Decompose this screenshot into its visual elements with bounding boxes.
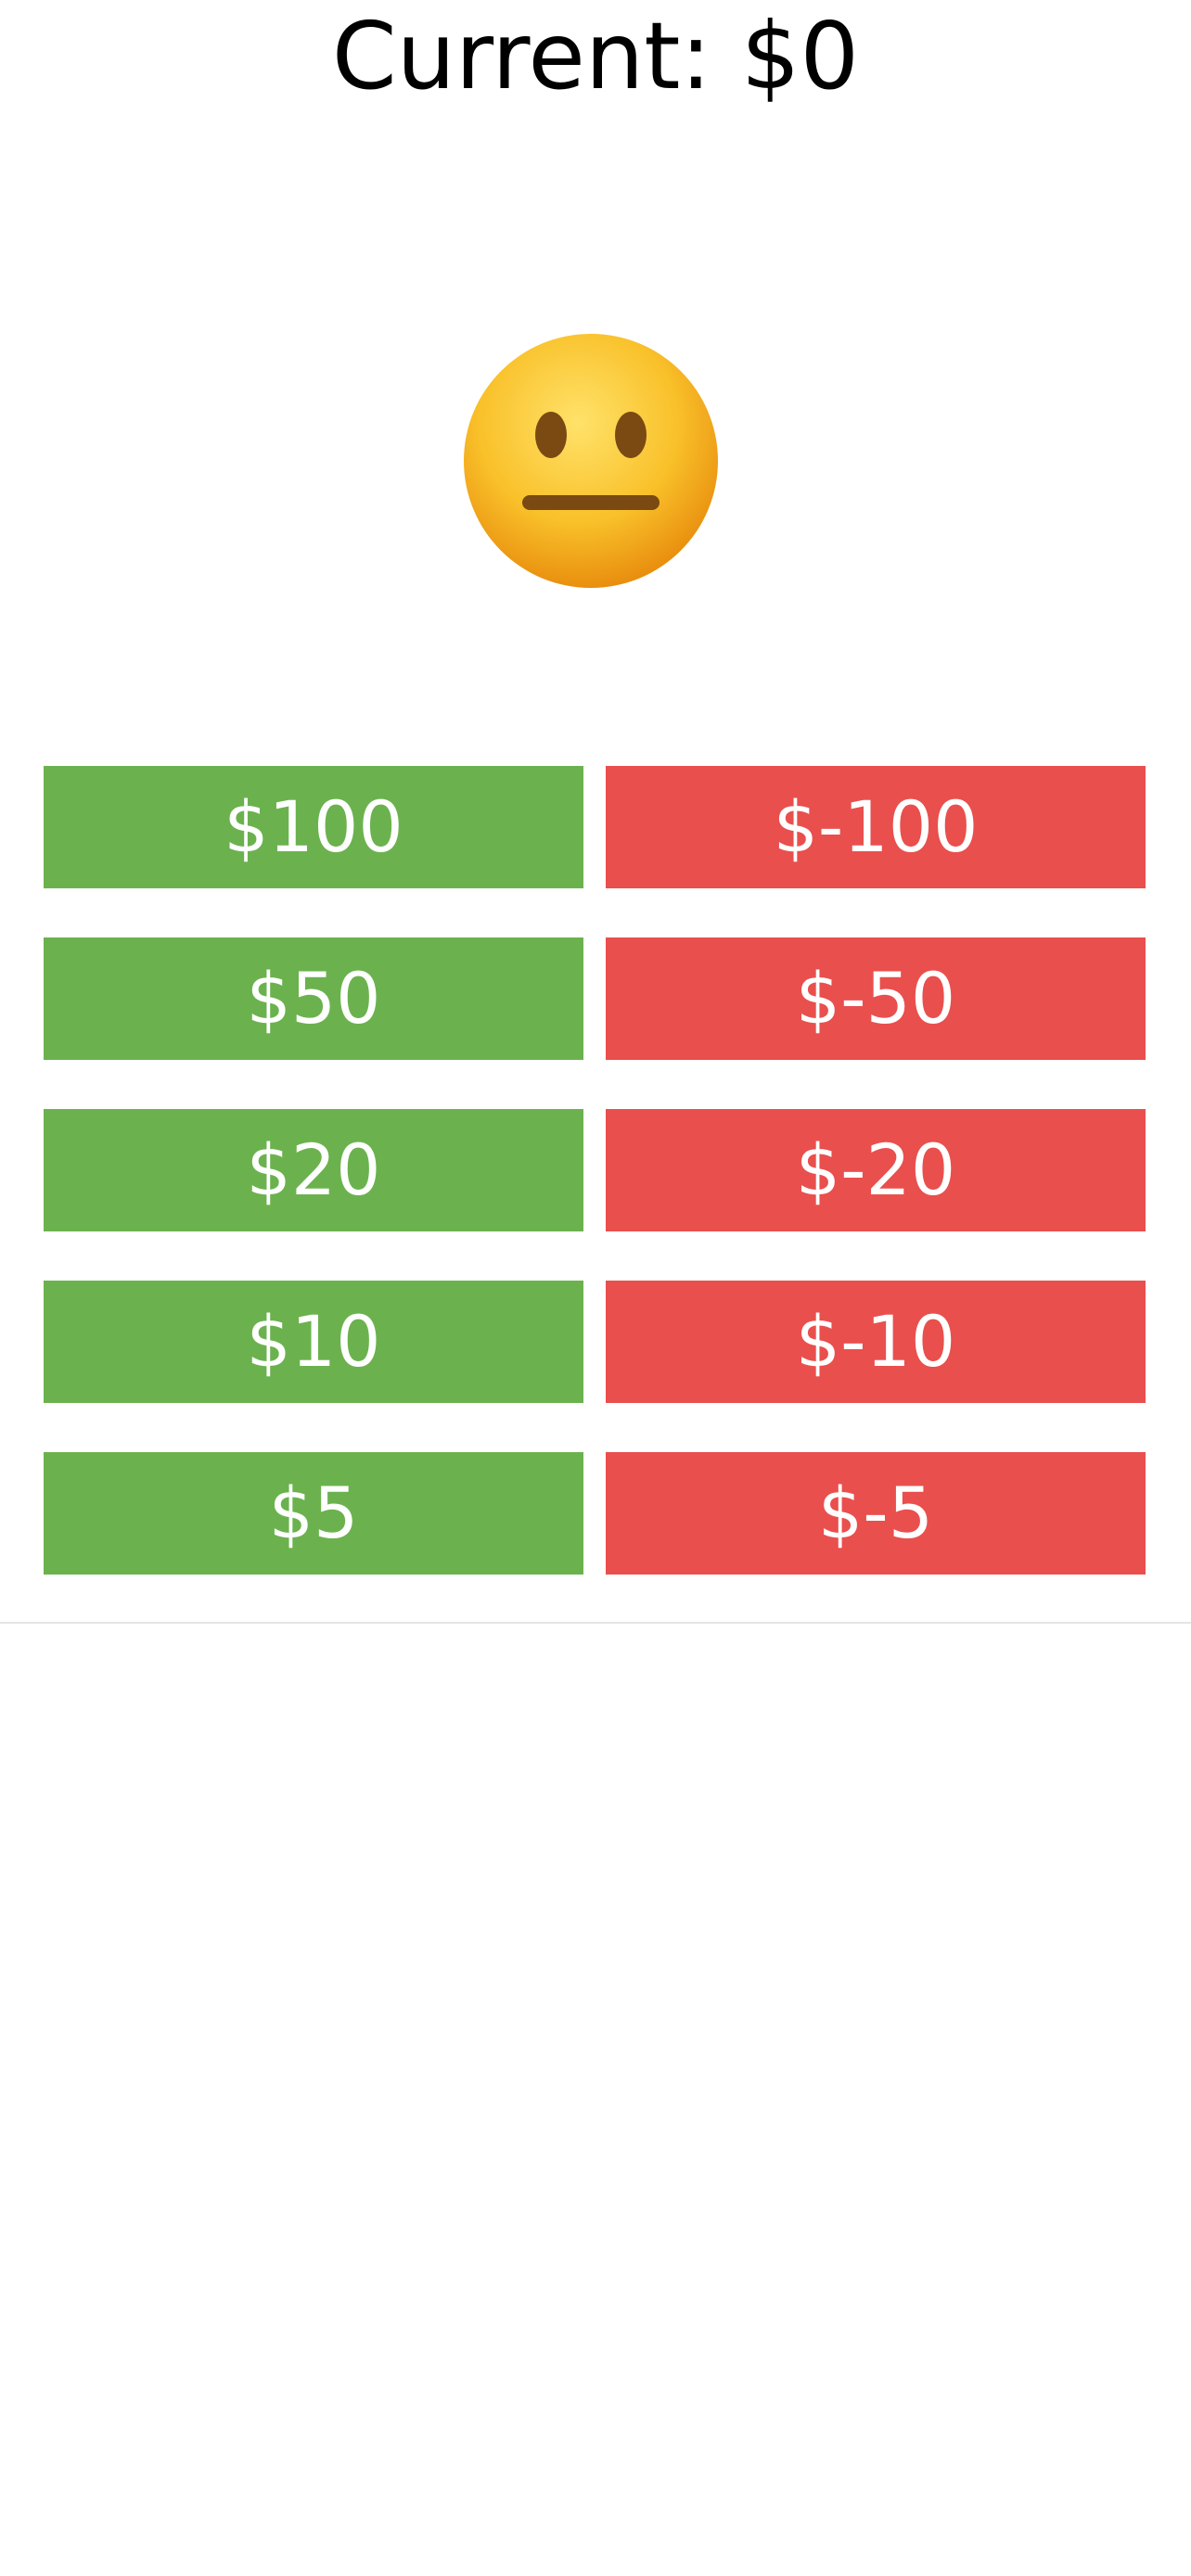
add-5-button[interactable]: $5 xyxy=(44,1452,583,1575)
add-20-button[interactable]: $20 xyxy=(44,1109,583,1231)
subtract-100-button[interactable]: $-100 xyxy=(606,766,1146,888)
subtract-5-button[interactable]: $-5 xyxy=(606,1452,1146,1575)
divider xyxy=(0,1622,1191,1624)
add-10-button[interactable]: $10 xyxy=(44,1281,583,1403)
add-50-button[interactable]: $50 xyxy=(44,937,583,1060)
subtract-20-button[interactable]: $-20 xyxy=(606,1109,1146,1231)
add-100-button[interactable]: $100 xyxy=(44,766,583,888)
subtract-50-button[interactable]: $-50 xyxy=(606,937,1146,1060)
neutral-face-icon xyxy=(461,331,721,591)
current-balance-label: Current: $0 xyxy=(331,2,860,110)
subtract-10-button[interactable]: $-10 xyxy=(606,1281,1146,1403)
